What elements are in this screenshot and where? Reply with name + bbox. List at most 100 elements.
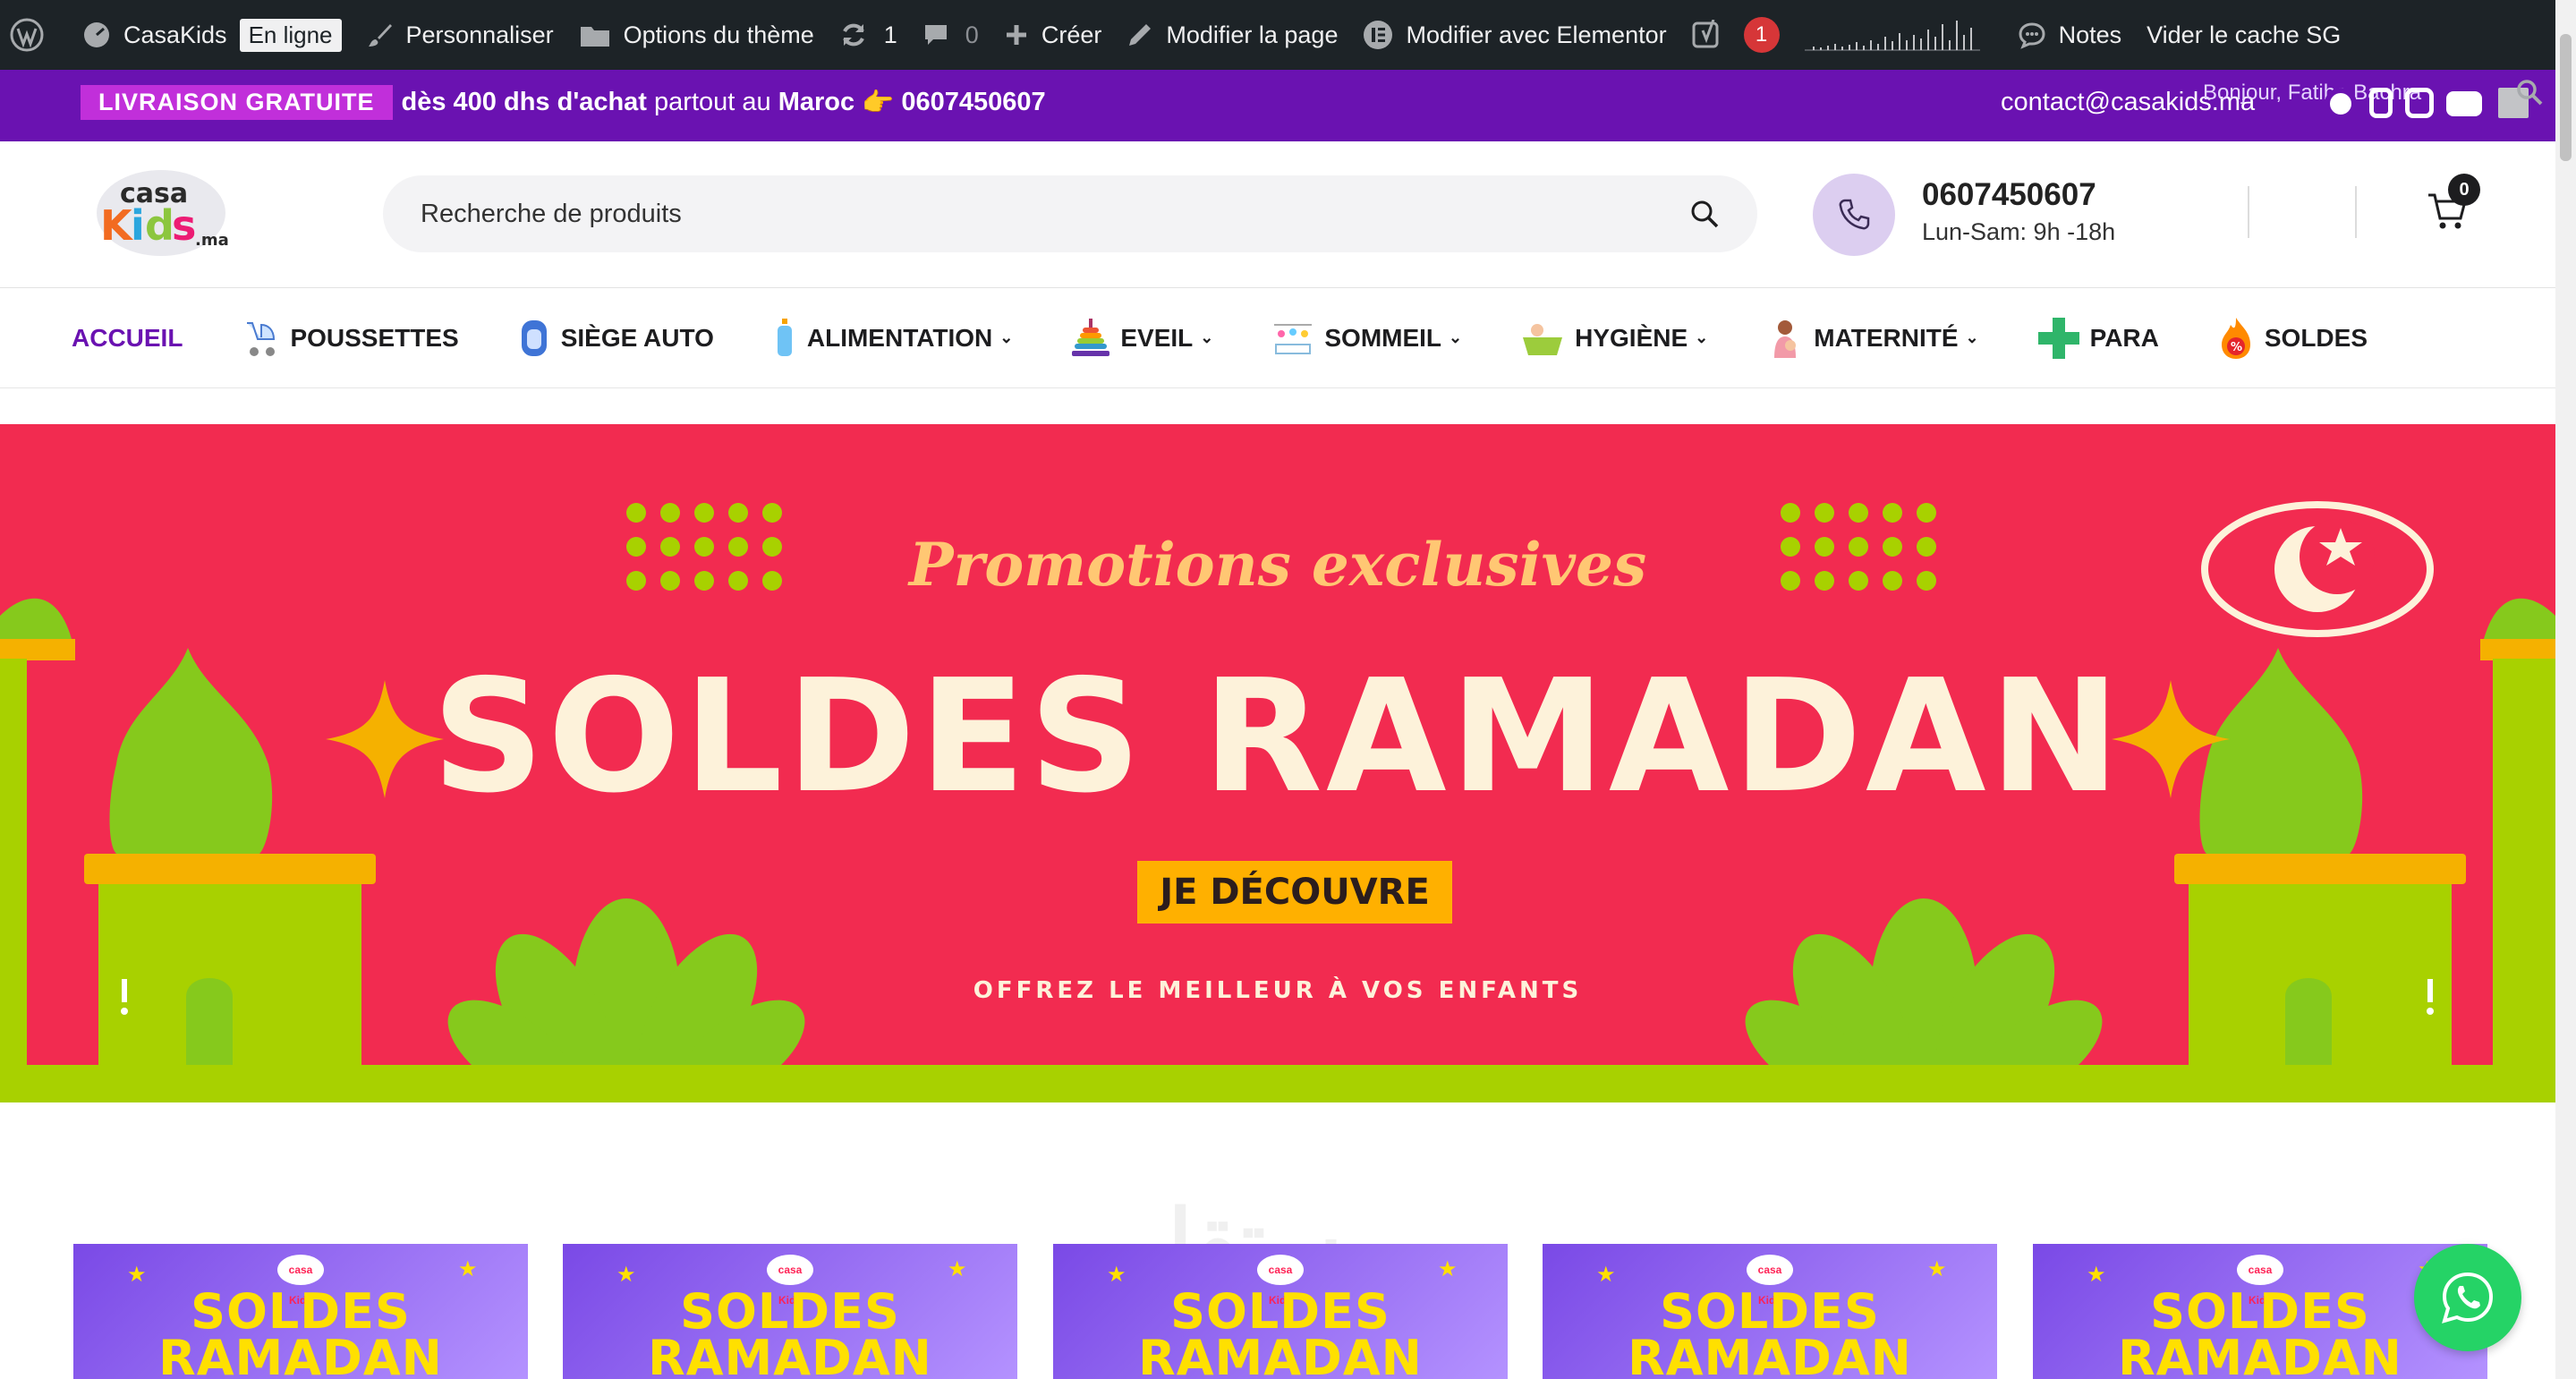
chevron-down-icon: ⌄ — [1965, 328, 1979, 346]
speech-bubble-icon — [2019, 22, 2045, 49]
site-logo[interactable]: casa K i d s .ma — [93, 166, 229, 258]
nav-item-soldes[interactable]: % SOLDES — [2216, 316, 2368, 361]
nav-item-accueil[interactable]: ACCUEIL — [72, 324, 183, 353]
card-title-line2: RAMADAN — [1628, 1330, 1912, 1379]
pointing-hand-icon: 👉 — [862, 88, 895, 117]
card-title: SOLDES RAMADAN — [73, 1283, 528, 1379]
card-title: SOLDES RAMADAN — [563, 1288, 1017, 1379]
nav-item-label: ACCUEIL — [72, 323, 183, 352]
nav-item-poussettes[interactable]: POUSSETTES — [240, 318, 459, 359]
nav-item-label: ALIMENTATION — [806, 323, 993, 352]
star-icon: ★ — [1596, 1263, 1616, 1287]
nav-item-label: MATERNITÉ — [1814, 323, 1959, 352]
casakids-logo-icon: casa K i d s .ma — [97, 170, 229, 256]
star-icon: ★ — [948, 1257, 967, 1281]
phone-icon-circle[interactable] — [1813, 174, 1895, 256]
card-title-line2: RAMADAN — [2118, 1330, 2402, 1379]
card-title-line2: RAMADAN — [1138, 1330, 1423, 1379]
chevron-down-icon: ⌄ — [1695, 328, 1709, 346]
yoast-icon — [1692, 20, 1719, 48]
sale-fire-icon: % — [2221, 317, 2250, 359]
vertical-scrollbar[interactable] — [2555, 0, 2576, 1379]
notes-button[interactable]: Notes — [2005, 0, 2135, 70]
star-icon: ★ — [127, 1263, 147, 1287]
site-name: CasaKids — [123, 21, 227, 48]
discover-button[interactable]: JE DÉCOUVRE — [1137, 861, 1452, 924]
star-icon: ★ — [1927, 1257, 1947, 1281]
updates-count: 1 — [883, 21, 897, 48]
promo-threshold: dès 400 dhs d'achat — [401, 88, 647, 116]
whatsapp-button[interactable] — [2414, 1244, 2521, 1351]
scrollbar-thumb[interactable] — [2560, 34, 2572, 161]
promo-card[interactable]: casa Kids ★ ★ SOLDESRAMADAN — [1053, 1244, 1508, 1379]
whatsapp-icon — [2442, 1272, 2494, 1324]
customize-button[interactable]: Personnaliser — [354, 0, 566, 70]
search-input[interactable]: Recherche de produits — [421, 200, 682, 229]
customize-label: Personnaliser — [405, 21, 554, 48]
clear-cache-label: Vider le cache SG — [2147, 21, 2342, 48]
card-title-line1: SOLDES — [1170, 1283, 1390, 1340]
baby-bath-icon — [1523, 323, 1563, 355]
theme-options-button[interactable]: Options du thème — [566, 0, 827, 70]
card-title-line1: SOLDES — [191, 1283, 411, 1340]
nav-item-alimentation[interactable]: ALIMENTATION ⌄ — [771, 317, 1013, 360]
nav-item-maternite[interactable]: MATERNITÉ ⌄ — [1765, 317, 1979, 360]
crib-mobile-icon — [1274, 323, 1313, 354]
youtube-icon[interactable] — [2446, 91, 2482, 116]
card-logo: casa Kids — [2237, 1255, 2283, 1307]
create-button[interactable]: Créer — [991, 0, 1115, 70]
dashboard-icon — [84, 22, 109, 47]
search-icon[interactable] — [2516, 79, 2543, 106]
promo-card[interactable]: casa Kids ★ ★ SOLDESRAMADAN — [73, 1244, 528, 1379]
pharmacy-cross-icon — [2037, 317, 2079, 359]
svg-text:%: % — [2231, 341, 2242, 354]
promo-card[interactable]: casa Kids ★ ★ SOLDESRAMADAN — [1543, 1244, 1997, 1379]
site-name-menu[interactable]: CasaKids En ligne — [70, 0, 354, 70]
facebook-icon[interactable] — [2325, 88, 2357, 120]
clear-cache-button[interactable]: Vider le cache SG — [2134, 0, 2353, 70]
main-navigation: ACCUEIL POUSSETTES SIÈGE AUTO ALIMENTATI… — [0, 288, 2555, 388]
nav-item-label: HYGIÈNE — [1575, 323, 1688, 352]
pencil-icon — [1129, 24, 1152, 46]
nav-item-label: PARA — [2089, 323, 2159, 352]
updates-button[interactable]: 1 — [827, 0, 910, 70]
nav-item-label: EVEIL — [1120, 323, 1194, 352]
site-header: casa K i d s .ma Recherche de produits 0… — [0, 141, 2555, 288]
free-delivery-promo: LIVRAISON GRATUITE dès 400 dhs d'achat p… — [81, 85, 1046, 120]
instagram-icon[interactable] — [2405, 88, 2434, 118]
theme-options-label: Options du thème — [623, 21, 814, 48]
edit-page-button[interactable]: Modifier la page — [1114, 0, 1350, 70]
header-phone-number[interactable]: 0607450607 — [1922, 177, 2096, 213]
banner-tagline: OFFREZ LE MEILLEUR À VOS ENFANTS — [973, 977, 1583, 1004]
updates-icon — [842, 23, 864, 47]
star-icon: ★ — [1107, 1263, 1126, 1287]
card-logo: casa Kids — [767, 1255, 813, 1307]
search-icon[interactable] — [1689, 199, 1720, 229]
nav-item-label: SOMMEIL — [1324, 323, 1442, 352]
nav-item-label: SOLDES — [2264, 323, 2368, 352]
nav-item-sommeil[interactable]: SOMMEIL ⌄ — [1271, 318, 1462, 359]
phone-icon — [1839, 199, 1870, 230]
traffic-graph[interactable] — [1792, 0, 2005, 70]
nav-item-label: POUSSETTES — [290, 323, 459, 352]
wordpress-logo-button[interactable] — [0, 0, 70, 70]
hero-banner[interactable]: Promotions exclusives SOLDES RAMADAN JE … — [0, 424, 2555, 1102]
product-search-box[interactable]: Recherche de produits — [383, 175, 1757, 252]
nav-item-siege-auto[interactable]: SIÈGE AUTO — [516, 317, 714, 360]
nav-item-eveil[interactable]: EVEIL ⌄ — [1070, 317, 1213, 360]
comments-button[interactable]: 0 — [910, 0, 991, 70]
svg-text:K: K — [100, 201, 134, 250]
tiktok-icon[interactable] — [2369, 88, 2393, 118]
promo-card[interactable]: casa Kids ★ ★ SOLDESRAMADAN — [563, 1244, 1017, 1379]
nav-item-para[interactable]: PARA — [2036, 316, 2159, 361]
brush-icon — [368, 24, 392, 47]
card-title: SOLDES RAMADAN — [1053, 1283, 1508, 1379]
edit-elementor-button[interactable]: Modifier avec Elementor — [1350, 0, 1679, 70]
banner-subtitle: Promotions exclusives — [908, 530, 1647, 600]
card-logo: casa Kids — [1747, 1255, 1793, 1307]
edit-elementor-label: Modifier avec Elementor — [1406, 21, 1667, 48]
plus-icon — [1006, 25, 1026, 45]
card-title-line2: RAMADAN — [158, 1330, 443, 1379]
yoast-seo-button[interactable]: 1 — [1679, 0, 1792, 70]
nav-item-hygiene[interactable]: HYGIÈNE ⌄ — [1519, 318, 1708, 359]
